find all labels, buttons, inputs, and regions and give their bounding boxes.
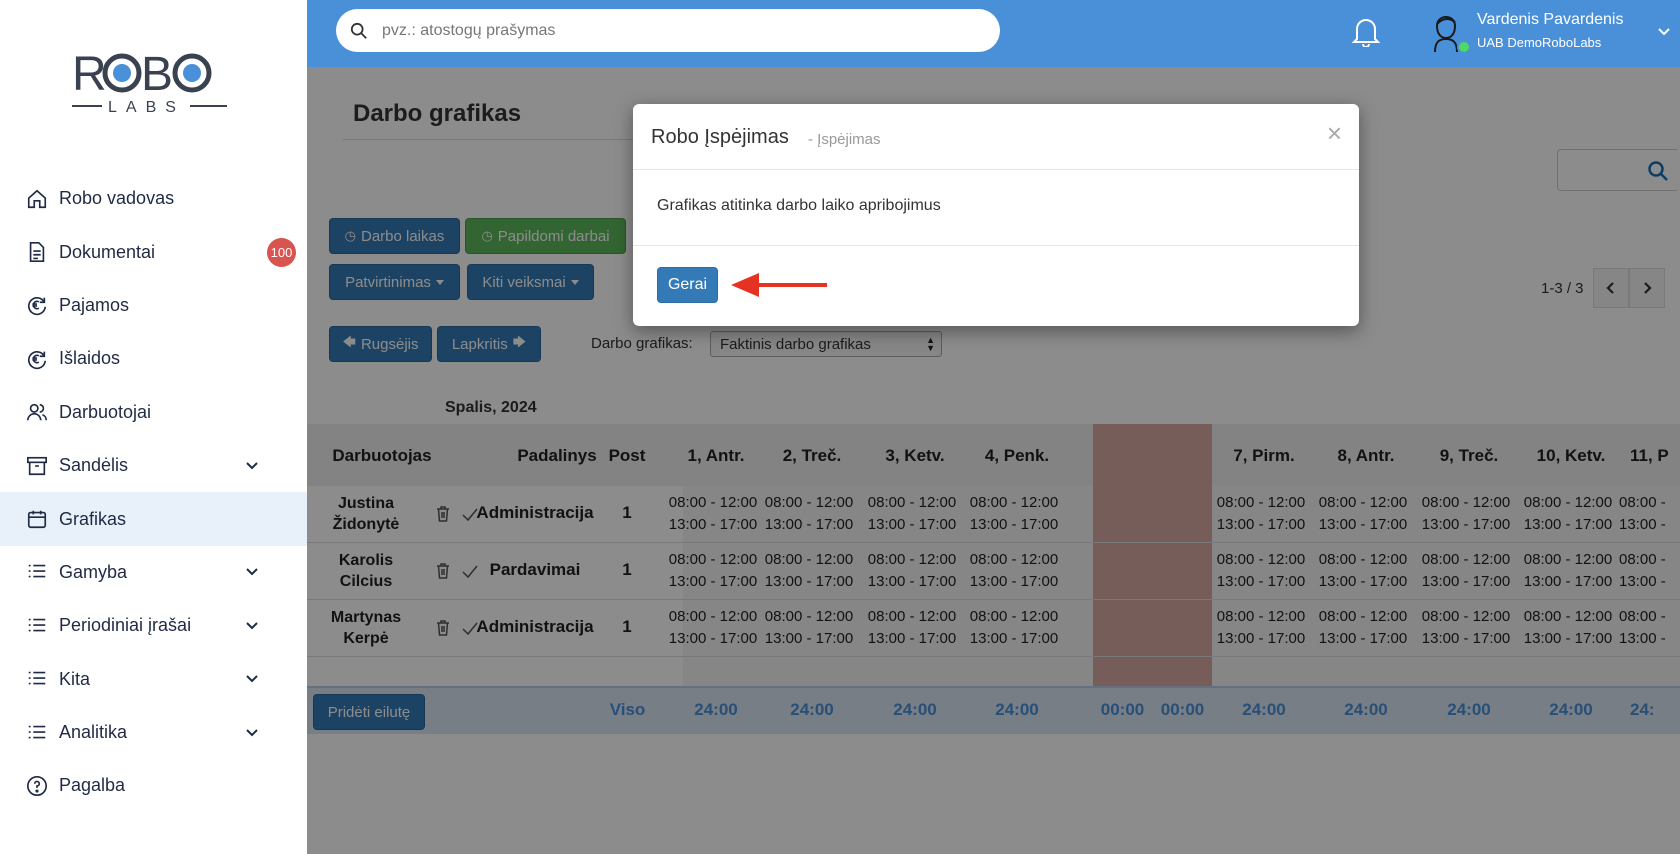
modal-body: Grafikas atitinka darbo laiko apribojimu… [633,170,1359,246]
ok-button[interactable]: Gerai [657,267,718,303]
global-search[interactable] [336,9,1000,52]
search-input[interactable] [382,21,942,40]
list-icon [26,561,48,583]
sidebar-item-label: Pagalba [59,775,126,796]
list-icon [26,615,48,637]
sidebar-item-analitika[interactable]: Analitika [0,706,307,759]
sidebar-item-label: Dokumentai [59,241,156,262]
sidebar-item-pagalba[interactable]: Pagalba [0,759,307,812]
document-icon [26,241,48,263]
sidebar-item-darbuotojai[interactable]: Darbuotojai [0,386,307,439]
sidebar-item-label: Analitika [59,722,128,743]
archive-icon [26,455,48,477]
sidebar: R B LABS Robo vadovas Dokumentai 100 Paj… [0,0,307,854]
svg-text:B: B [141,48,173,101]
bell-icon[interactable] [1352,15,1380,47]
calendar-icon [26,508,48,530]
sidebar-item-label: Grafikas [59,508,127,529]
sidebar-item-robo-vadovas[interactable]: Robo vadovas [0,172,307,225]
sidebar-item-label: Darbuotojai [59,401,152,422]
sidebar-item-gamyba[interactable]: Gamyba [0,546,307,599]
close-icon[interactable]: × [1327,120,1342,146]
modal-title: Robo Įspėjimas [651,126,789,148]
chevron-down-icon[interactable] [1656,24,1672,40]
modal-subtitle: - Įspėjimas [808,131,881,148]
modal-header: Robo Įspėjimas - Įspėjimas × [633,104,1359,170]
sidebar-item-label: Išlaidos [59,348,121,369]
documents-count-badge: 100 [267,238,296,268]
sidebar-item-label: Robo vadovas [59,188,175,209]
chevron-down-icon[interactable] [245,672,259,686]
svg-text:LABS: LABS [108,99,185,116]
sidebar-item-periodiniai-irasai[interactable]: Periodiniai įrašai [0,599,307,652]
top-bar: Vardenis Pavardenis UAB DemoRoboLabs [307,0,1680,67]
list-icon [26,668,48,690]
euro-expense-icon [26,348,48,370]
help-icon [26,775,48,797]
robolabs-logo[interactable]: R B LABS [72,44,227,120]
sidebar-item-label: Sandėlis [59,455,129,476]
list-icon [26,722,48,744]
sidebar-nav: Robo vadovas Dokumentai 100 Pajamos Išla… [0,172,307,813]
chevron-down-icon[interactable] [245,565,259,579]
euro-income-icon [26,294,48,316]
online-status-dot [1457,40,1471,54]
annotation-arrow-icon [731,273,827,297]
warning-modal: Robo Įspėjimas - Įspėjimas × Grafikas at… [633,104,1359,326]
avatar[interactable] [1421,6,1471,56]
sidebar-item-label: Kita [59,668,91,689]
chevron-down-icon[interactable] [245,726,259,740]
sidebar-item-pajamos[interactable]: Pajamos [0,279,307,332]
svg-text:R: R [72,48,106,101]
sidebar-item-label: Gamyba [59,561,128,582]
sidebar-item-label: Pajamos [59,294,130,315]
chevron-down-icon[interactable] [245,459,259,473]
user-name[interactable]: Vardenis Pavardenis [1477,11,1623,29]
sidebar-item-kita[interactable]: Kita [0,653,307,706]
home-icon [26,188,48,210]
sidebar-item-sandelis[interactable]: Sandėlis [0,439,307,492]
sidebar-item-label: Periodiniai įrašai [59,615,192,636]
modal-message: Grafikas atitinka darbo laiko apribojimu… [657,197,941,214]
users-icon [26,401,48,423]
search-icon [350,22,367,39]
sidebar-item-dokumentai[interactable]: Dokumentai 100 [0,225,307,278]
user-company: UAB DemoRoboLabs [1477,35,1602,50]
sidebar-item-islaidos[interactable]: Išlaidos [0,332,307,385]
sidebar-item-grafikas[interactable]: Grafikas [0,492,307,546]
chevron-down-icon[interactable] [245,619,259,633]
